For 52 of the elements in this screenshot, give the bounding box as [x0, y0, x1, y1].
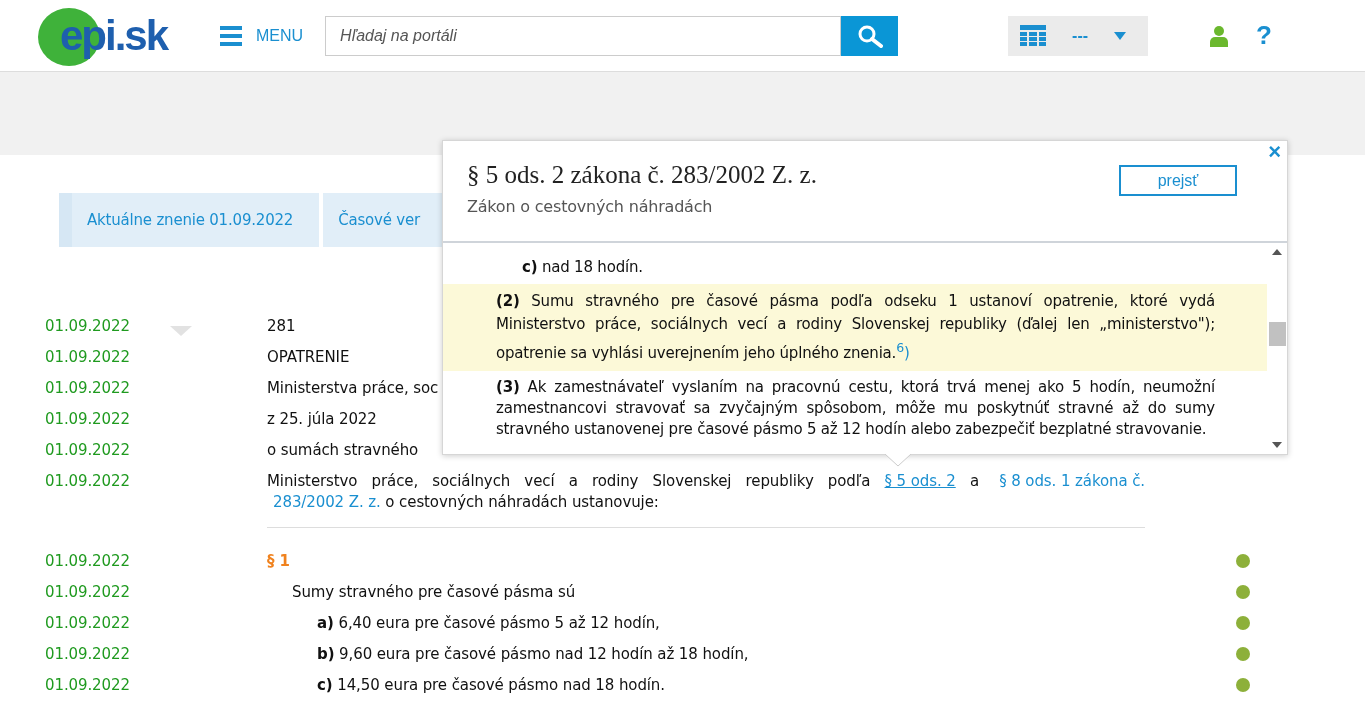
- date-label: 01.09.2022: [45, 471, 131, 491]
- law-paragraph: c) nad 18 hodín.: [521, 257, 644, 278]
- list-item: c) 14,50 eura pre časové pásmo nad 18 hodín.: [316, 676, 665, 694]
- law-link[interactable]: § 5 ods. 2: [884, 471, 956, 492]
- close-button[interactable]: ×: [1268, 141, 1281, 163]
- document-line: Sumy stravného pre časové pásma sú: [291, 583, 576, 601]
- go-button[interactable]: prejsť: [1119, 165, 1237, 196]
- status-dot: [1236, 616, 1250, 630]
- scroll-up-icon[interactable]: [1272, 249, 1282, 255]
- document-line: Ministerstva práce, soc: [267, 379, 439, 397]
- document-line: 281: [267, 317, 296, 335]
- date-label: 01.09.2022: [45, 551, 131, 571]
- date-label: 01.09.2022: [45, 316, 131, 336]
- date-label: 01.09.2022: [45, 409, 131, 429]
- date-label: 01.09.2022: [45, 644, 131, 664]
- document-line: OPATRENIE: [267, 348, 350, 366]
- popup-subtitle: Zákon o cestovných náhradách: [467, 197, 714, 216]
- caret-icon: [1114, 31, 1127, 40]
- date-label: 01.09.2022: [45, 378, 131, 398]
- preamble-paragraph: Ministerstvo práce, sociálnych vecí a rodiny Slovenskej republiky podľa § 5 ods. 2 a § 8 ods. 1 zákona č. 283/2002 Z. z. o cestovných náhradách ustanovuje:: [267, 471, 1145, 513]
- law-link[interactable]: § 8 ods. 1 zákona č.: [999, 471, 1145, 492]
- date-label: 01.09.2022: [45, 582, 131, 602]
- search-field[interactable]: Hľadaj na portáli: [325, 15, 842, 56]
- document-line: z 25. júla 2022: [267, 410, 377, 428]
- law-paragraph: (2) Sumu stravného pre časové pásma podľa odseku 1 ustanoví opatrenie, ktoré vydá Ministerstvo práce, sociálnych vecí a rodiny Slovenskej republiky (ďalej len „ministerstvo"); opatrenie sa vyhlási uverejnením jeho úplného znenia.$^{6}$): [496, 291, 1215, 364]
- view-select[interactable]: ---: [1008, 15, 1149, 56]
- search-button[interactable]: [841, 15, 899, 56]
- section-heading: § 1: [267, 552, 290, 570]
- document-line: o sumách stravného: [267, 441, 419, 459]
- list-item: b) 9,60 eura pre časové pásmo nad 12 hodín až 18 hodín,: [316, 645, 749, 663]
- tab[interactable]: Aktuálne znenie 01.09.2022: [59, 193, 320, 247]
- status-dot: [1236, 554, 1250, 568]
- date-label: 01.09.2022: [45, 347, 131, 367]
- date-label: 01.09.2022: [45, 440, 131, 460]
- date-label: 01.09.2022: [45, 675, 131, 695]
- menu-label[interactable]: MENU: [256, 26, 304, 45]
- search-icon: [856, 23, 883, 48]
- law-paragraph: (3) Ak zamestnávateľ vyslaním na pracovnú cestu, ktorá trvá menej ako 5 hodín, neumožní zamestnancovi stravovať sa zvyčajným spôsobom, môže mu poskytnúť stravné až do sumy stravného ustanovenej pre časové pásmo 5 až 12 hodín alebo zabezpečiť bezplatné stravovanie.: [496, 377, 1215, 440]
- user-icon[interactable]: [1210, 24, 1229, 47]
- scroll-thumb[interactable]: [1268, 322, 1286, 346]
- menu-icon[interactable]: [220, 25, 242, 46]
- help-link[interactable]: ?: [1256, 20, 1272, 51]
- status-dot: [1236, 678, 1250, 692]
- scroll-down-icon[interactable]: [1272, 442, 1282, 448]
- footnote-link[interactable]: $^{6}$): [896, 344, 910, 362]
- popup-title: § 5 ods. 2 zákona č. 283/2002 Z. z.: [467, 161, 818, 189]
- list-item: a) 6,40 eura pre časové pásmo 5 až 12 hodín,: [316, 614, 660, 632]
- date-label: 01.09.2022: [45, 613, 131, 633]
- status-dot: [1236, 585, 1250, 599]
- status-dot: [1236, 647, 1250, 661]
- table-icon: [1020, 24, 1047, 47]
- law-link[interactable]: 283/2002 Z. z.: [273, 492, 381, 513]
